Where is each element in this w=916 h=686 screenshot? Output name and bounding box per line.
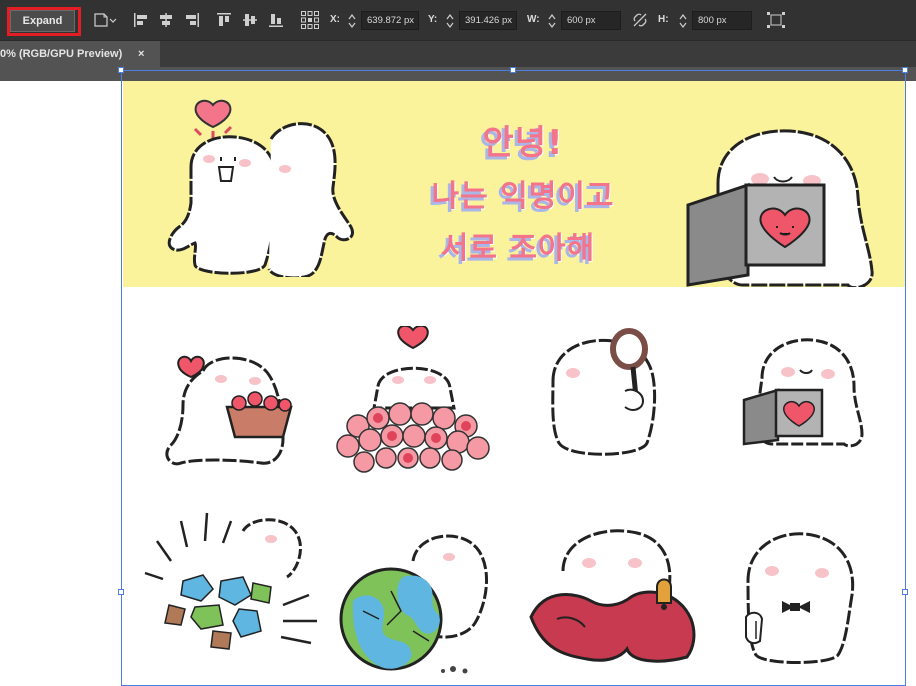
x-spinner[interactable] [346,11,358,31]
heart-basket-sticker [165,355,293,466]
h-label: H: [658,14,669,25]
magnifying-glass-sticker [551,328,657,456]
w-input[interactable]: 600 px [561,11,621,30]
align-left-icon[interactable] [133,11,149,29]
close-icon[interactable]: × [138,41,144,67]
bell-cape-sticker [529,529,696,663]
align-bottom-icon[interactable] [268,11,284,29]
x-input[interactable]: 639.872 px [361,11,419,30]
align-vertical-center-icon[interactable] [242,11,258,29]
greeting-line-1: 안녕! [482,123,564,163]
expand-button-highlight [7,7,81,36]
resize-handle-top-center[interactable] [510,67,516,73]
bowtie-character-sticker [745,532,855,664]
document-tab[interactable]: 0% (RGB/GPU Preview) × [0,41,160,68]
hugging-characters-illustration [167,99,354,277]
y-spinner[interactable] [444,11,456,31]
document-tab-label: 0% (RGB/GPU Preview) [0,48,123,60]
resize-handle-top-right[interactable] [902,67,908,73]
resize-handle-middle-right[interactable] [902,589,908,595]
constrain-proportions-icon[interactable] [632,11,648,29]
transform-icon[interactable] [766,11,786,29]
y-label: Y: [428,14,438,25]
align-horizontal-center-icon[interactable] [158,11,174,29]
h-spinner[interactable] [677,11,689,31]
h-input[interactable]: 800 px [692,11,752,30]
heart-pile-sticker [336,326,490,473]
y-input[interactable]: 391.426 px [459,11,517,30]
greeting-line-2: 나는 익명이고 [431,179,615,214]
canvas-area[interactable]: 안녕! 나는 익명이고 서로 조아해 [0,67,916,686]
heart-card-sticker [742,338,864,448]
align-right-icon[interactable] [184,11,200,29]
w-label: W: [527,14,540,25]
document-tab-bar: 0% (RGB/GPU Preview) × [0,40,916,68]
align-top-icon[interactable] [216,11,232,29]
broken-earth-sticker [144,512,317,650]
resize-handle-middle-left[interactable] [118,589,124,595]
artboard[interactable]: 안녕! 나는 익명이고 서로 조아해 [123,81,905,686]
earth-globe-sticker [339,534,488,674]
greeting-banner: 안녕! 나는 익명이고 서로 조아해 [123,81,905,287]
x-label: X: [330,14,340,25]
control-toolbar: Expand X: 639.872 px Y: 391.426 px W: 60… [0,0,916,40]
heart-card-character-illustration [686,129,874,287]
greeting-line-3: 서로 조아해 [440,231,596,266]
reference-point-icon[interactable] [300,11,320,29]
resize-handle-top-left[interactable] [118,67,124,73]
w-spinner[interactable] [546,11,558,31]
document-setup-icon[interactable] [92,11,118,29]
